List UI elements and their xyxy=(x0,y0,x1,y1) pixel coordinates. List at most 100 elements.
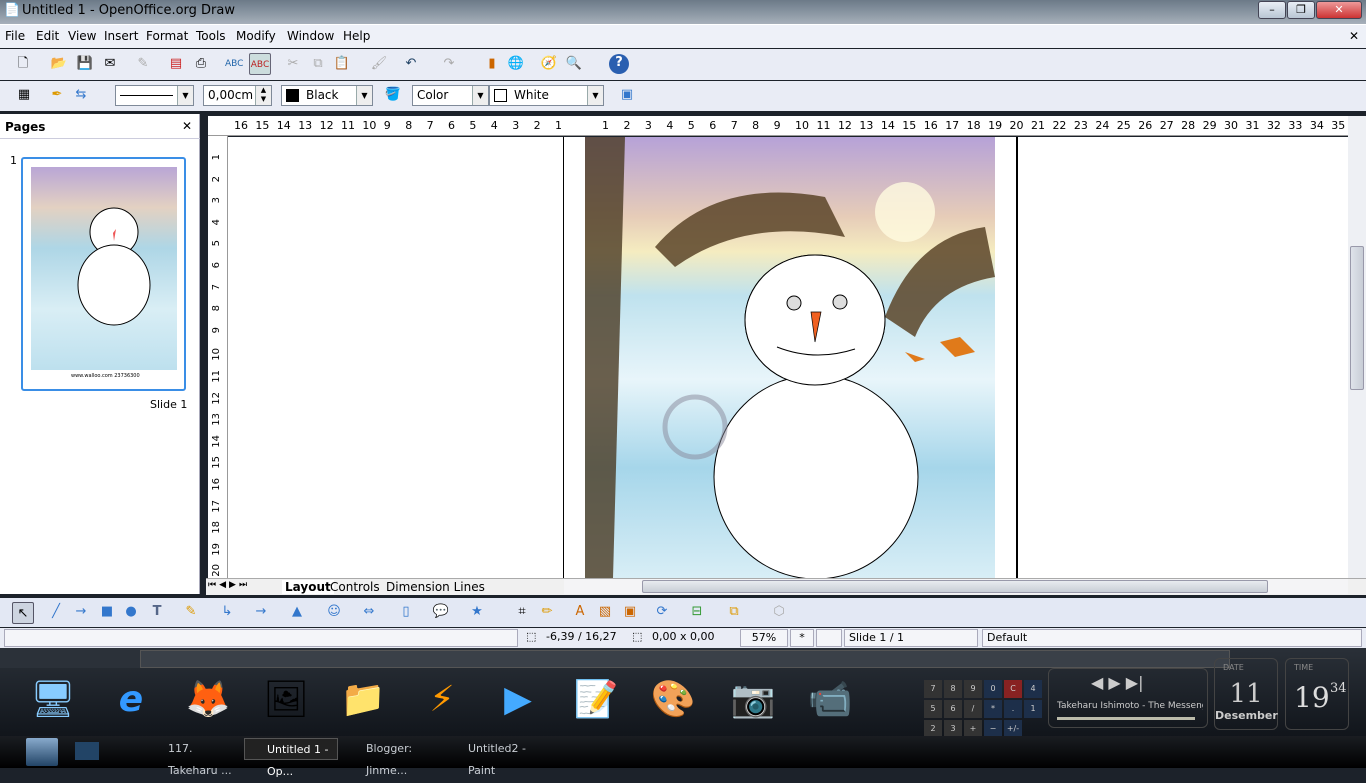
taskbar-paint[interactable]: Untitled2 - Paint xyxy=(446,738,546,777)
gallery-icon[interactable]: ▣ xyxy=(621,603,639,621)
menu-edit[interactable]: Edit xyxy=(36,29,59,43)
extrusion-icon[interactable]: ⬡ xyxy=(770,603,788,621)
media-player-icon[interactable]: ▶ xyxy=(490,672,546,728)
taskbar-firefox[interactable]: Blogger: Jinme... xyxy=(344,738,440,777)
computer-icon[interactable]: 🖥 xyxy=(25,672,81,728)
signature-field[interactable] xyxy=(816,629,842,647)
calculator-key[interactable]: 6 xyxy=(944,700,962,718)
clone-formatting-icon[interactable]: 🖌 xyxy=(370,55,388,73)
calculator-key[interactable]: 4 xyxy=(1024,680,1042,698)
rectangle-icon[interactable]: ■ xyxy=(98,603,116,621)
playback-progress[interactable] xyxy=(1057,717,1195,720)
calculator-key[interactable]: 8 xyxy=(944,680,962,698)
symbol-shapes-icon[interactable]: ☺ xyxy=(325,603,343,621)
menu-tools[interactable]: Tools xyxy=(196,29,226,43)
zoom-value[interactable]: 57% xyxy=(740,629,788,647)
autospellcheck-icon[interactable]: ABC xyxy=(249,53,271,75)
notepad-icon[interactable]: 📝 xyxy=(568,672,624,728)
close-button[interactable]: ✕ xyxy=(1316,1,1362,19)
line-width-field[interactable]: 0,00cm ▲ ▼ xyxy=(203,85,272,106)
arrow-line-icon[interactable]: → xyxy=(72,603,90,621)
camcorder-icon[interactable]: 📹 xyxy=(802,672,858,728)
stars-icon[interactable]: ★ xyxy=(468,603,486,621)
select-icon[interactable]: ↖ xyxy=(12,602,34,624)
connector-icon[interactable]: ↳ xyxy=(218,603,236,621)
horizontal-scrollbar[interactable] xyxy=(564,579,1348,594)
undo-icon[interactable]: ↶ xyxy=(402,55,420,73)
menu-insert[interactable]: Insert xyxy=(104,29,138,43)
tab-controls[interactable]: Controls xyxy=(330,580,380,594)
close-document-button[interactable]: ✕ xyxy=(1349,29,1359,43)
vertical-scroll-thumb[interactable] xyxy=(1350,246,1364,390)
points-icon[interactable]: ⌗ xyxy=(513,603,531,621)
email-icon[interactable]: ✉ xyxy=(101,55,119,73)
save-icon[interactable]: 💾 xyxy=(76,55,94,73)
winamp-icon[interactable]: ⚡ xyxy=(414,672,470,728)
calculator-key[interactable]: 0 xyxy=(984,680,1002,698)
open-icon[interactable]: 📂 xyxy=(50,55,68,73)
arrows-icon[interactable]: ⇔ xyxy=(360,603,378,621)
rotate-icon[interactable]: ⟳ xyxy=(653,603,671,621)
show-desktop-icon[interactable] xyxy=(75,742,99,760)
zoom-icon[interactable]: 🔍 xyxy=(565,55,583,73)
menu-view[interactable]: View xyxy=(68,29,96,43)
export-pdf-icon[interactable]: ▤ xyxy=(167,55,185,73)
curve-icon[interactable]: ✎ xyxy=(182,603,200,621)
tab-layout[interactable]: Layout xyxy=(282,580,334,594)
callouts-icon[interactable]: 💬 xyxy=(432,603,450,621)
cut-icon[interactable]: ✂ xyxy=(284,55,302,73)
taskbar-winamp[interactable]: 117. Takeharu ... xyxy=(146,738,238,777)
block-arrows-icon[interactable]: → xyxy=(252,603,270,621)
flowchart-icon[interactable]: ▯ xyxy=(397,603,415,621)
glue-points-icon[interactable]: ✏ xyxy=(538,603,556,621)
line-tool-icon[interactable]: ╱ xyxy=(47,603,65,621)
slide-thumbnail[interactable]: www.walloo.com 23736300 xyxy=(21,157,186,391)
calculator-key[interactable]: . xyxy=(1004,700,1022,718)
horizontal-scroll-thumb[interactable] xyxy=(642,580,1268,593)
line-style-select[interactable]: ▼ xyxy=(115,85,194,106)
tab-nav-buttons[interactable]: ⏮◀▶⏭ xyxy=(208,580,250,590)
alignment-icon[interactable]: ⊟ xyxy=(688,603,706,621)
styles-icon[interactable]: ▦ xyxy=(15,86,33,104)
menu-modify[interactable]: Modify xyxy=(236,29,276,43)
tab-dimension-lines[interactable]: Dimension Lines xyxy=(386,580,485,594)
spellcheck-icon[interactable]: ABC xyxy=(225,55,243,73)
calculator-key[interactable]: 7 xyxy=(924,680,942,698)
area-color-select[interactable]: White ▼ xyxy=(489,85,604,106)
firefox-icon[interactable]: 🦊 xyxy=(180,672,236,728)
text-icon[interactable]: T xyxy=(148,603,166,621)
taskbar-openoffice[interactable]: Untitled 1 - Op... xyxy=(244,738,338,778)
folder-icon[interactable]: 📁 xyxy=(335,672,391,728)
calculator-key[interactable]: C xyxy=(1004,680,1022,698)
drawing-canvas[interactable] xyxy=(228,137,1348,578)
navigator-icon[interactable]: 🧭 xyxy=(540,55,558,73)
chart-icon[interactable]: ▮ xyxy=(483,55,501,73)
menu-file[interactable]: File xyxy=(5,29,25,43)
paint-icon[interactable]: 🎨 xyxy=(645,672,701,728)
pages-panel-close[interactable]: ✕ xyxy=(182,119,192,133)
calculator-key[interactable]: 9 xyxy=(964,680,982,698)
copy-icon[interactable]: ⧉ xyxy=(309,55,327,73)
menu-format[interactable]: Format xyxy=(146,29,188,43)
calculator-key[interactable]: 5 xyxy=(924,700,942,718)
basic-shapes-icon[interactable]: ▲ xyxy=(288,603,306,621)
start-button[interactable] xyxy=(26,738,58,766)
hyperlink-icon[interactable]: 🌐 xyxy=(507,55,525,73)
print-icon[interactable]: ⎙ xyxy=(192,55,210,73)
paste-icon[interactable]: 📋 xyxy=(333,55,351,73)
line-icon[interactable]: ✒ xyxy=(48,86,66,104)
calculator-key[interactable]: * xyxy=(984,700,1002,718)
fontwork-icon[interactable]: A xyxy=(571,603,589,621)
help-icon[interactable]: ? xyxy=(609,54,629,74)
internet-explorer-icon[interactable]: e xyxy=(103,672,159,728)
from-file-icon[interactable]: ▧ xyxy=(596,603,614,621)
ellipse-icon[interactable]: ● xyxy=(122,603,140,621)
calculator-key[interactable]: 1 xyxy=(1024,700,1042,718)
stamp-icon[interactable]: 🖼 xyxy=(258,672,314,728)
minimize-button[interactable]: – xyxy=(1258,1,1286,19)
area-icon[interactable]: 🪣 xyxy=(384,86,402,104)
redo-icon[interactable]: ↷ xyxy=(440,55,458,73)
maximize-button[interactable]: ❐ xyxy=(1287,1,1315,19)
photos-icon[interactable]: 📷 xyxy=(725,672,781,728)
arrow-style-icon[interactable]: ⇆ xyxy=(72,86,90,104)
